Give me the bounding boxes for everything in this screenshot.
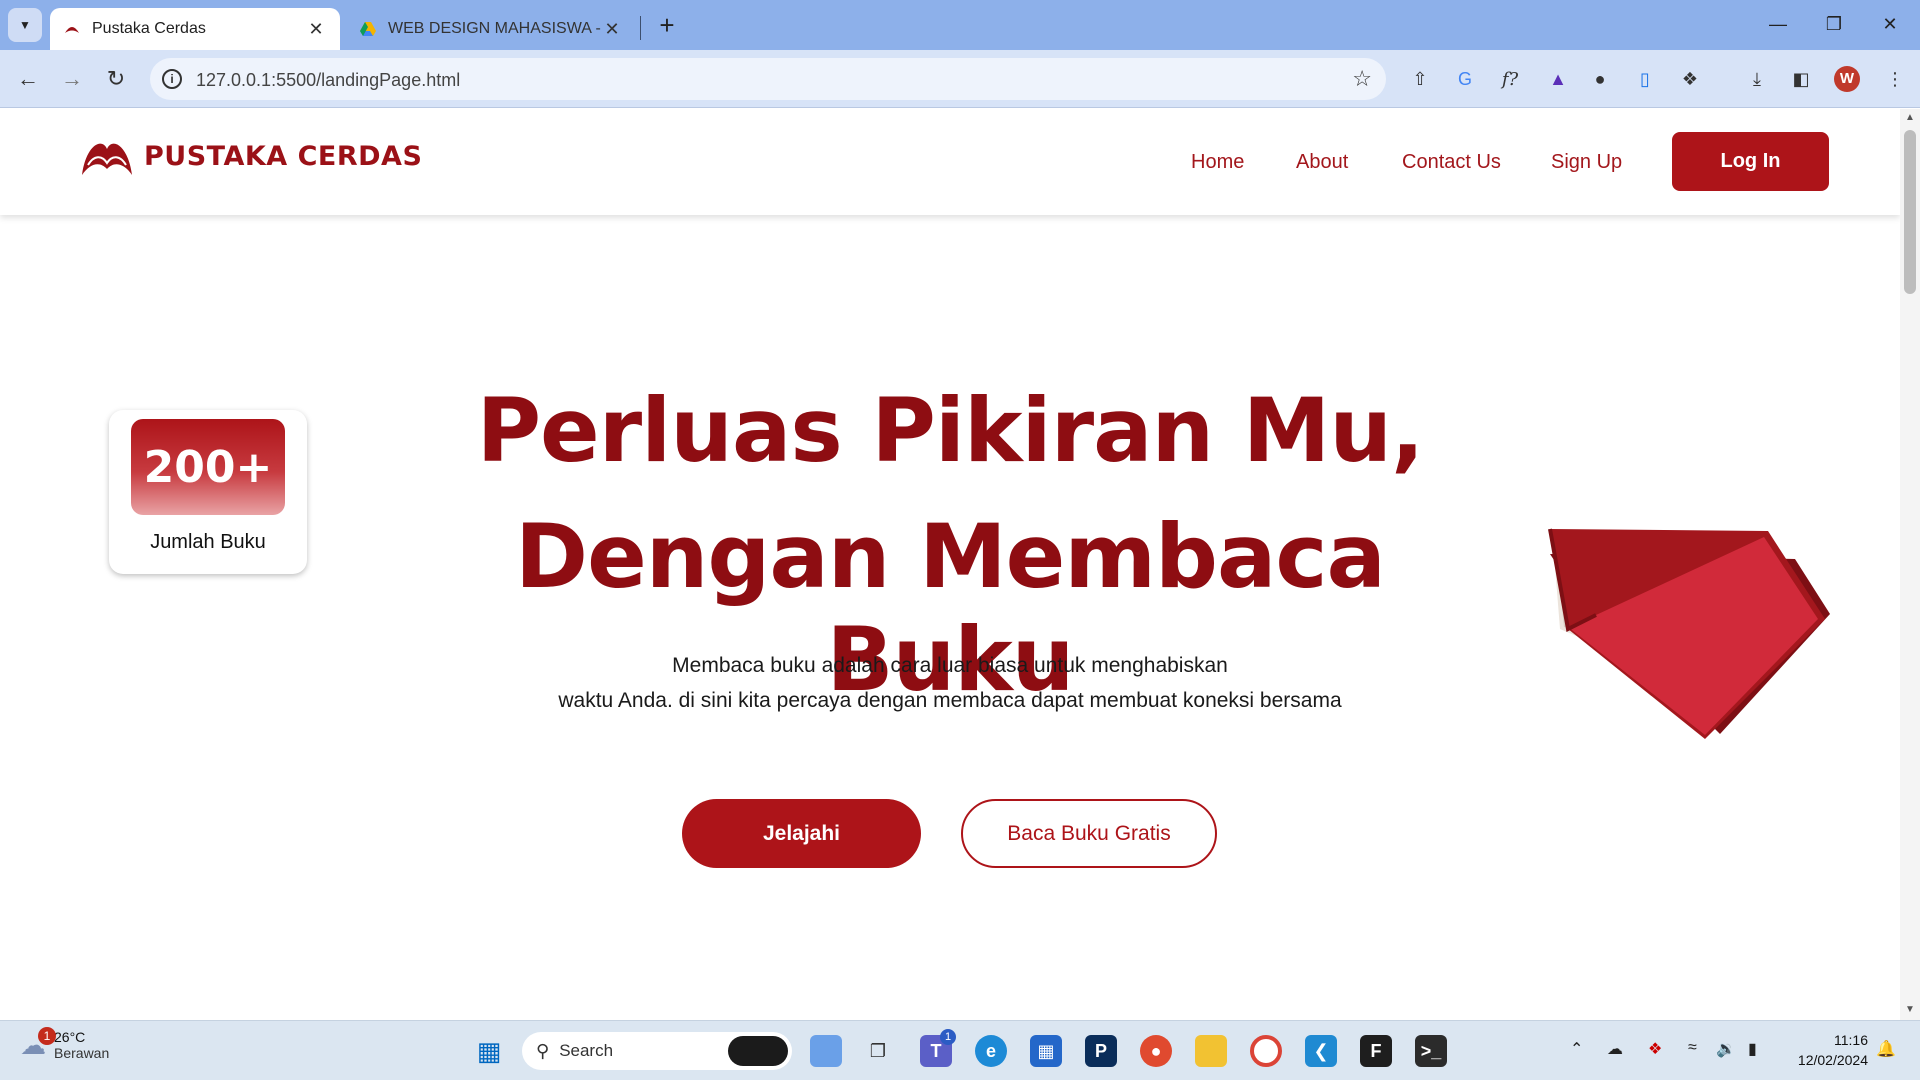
search-label: Search [559,1041,614,1060]
scroll-up-icon[interactable]: ▲ [1904,112,1916,123]
back-button[interactable]: ← [10,61,46,97]
terminal-icon[interactable]: >_ [1415,1035,1447,1067]
chevron-down-icon: ▼ [19,18,31,32]
taskbar-clock[interactable]: 11:16 12/02/2024 [1786,1030,1868,1070]
clock-date: 12/02/2024 [1797,1052,1868,1068]
weather-desc: Berawan [54,1045,110,1061]
puzzle-extensions-icon[interactable]: ❖ [1675,64,1705,94]
wifi-icon[interactable]: ≈ [1688,1039,1697,1057]
address-bar[interactable]: i 127.0.0.1:5500/landingPage.html ☆ [150,58,1386,100]
font-finder-icon[interactable]: f? [1495,64,1525,94]
site-logo[interactable]: PUSTAKA CERDAS [80,135,422,177]
dropbox-icon[interactable]: ❖ [1648,1039,1662,1059]
tab-divider [640,16,641,40]
forward-button[interactable]: → [54,61,90,97]
book-count-value: 200+ [131,419,285,515]
scroll-down-icon[interactable]: ▼ [1904,1004,1916,1015]
file-explorer-icon[interactable] [1195,1035,1227,1067]
more-menu-icon[interactable]: ⋮ [1880,64,1910,94]
figma-icon[interactable]: F [1360,1035,1392,1067]
hero-title-line1: Perluas Pikiran Mu, [476,379,1425,482]
login-button[interactable]: Log In [1672,132,1829,191]
browser-tabstrip: ▼ Pustaka Cerdas ✕ WEB DESIGN MAHASISWA … [0,0,1920,50]
clipboard-icon[interactable]: ▯ [1630,64,1660,94]
taskbar-search[interactable]: ⚲ Search [522,1032,792,1070]
page-viewport: PUSTAKA CERDAS Home About Contact Us Sig… [0,109,1900,1020]
pustaka-favicon-icon [65,27,79,33]
tab-title: Pustaka Cerdas [92,20,206,37]
tab-web-design[interactable]: WEB DESIGN MAHASISWA - Go ✕ [346,8,636,50]
weather-widget[interactable]: ☁ 26°C Berawan [20,1029,109,1061]
restore-button[interactable]: ❐ [1806,0,1862,50]
hero-subtitle-line1: Membaca buku adalah cara luar biasa untu… [672,654,1228,677]
brand-name: PUSTAKA CERDAS [144,140,423,172]
store-icon[interactable]: ▦ [1030,1035,1062,1067]
site-navbar: PUSTAKA CERDAS Home About Contact Us Sig… [0,109,1900,215]
side-panel-icon[interactable]: ◧ [1786,64,1816,94]
copilot-pill-icon [728,1036,788,1066]
hero-title-line2: Dengan Membaca Buku [515,505,1386,711]
site-info-icon[interactable]: i [162,69,182,89]
reload-button[interactable]: ↻ [98,61,134,97]
book-count-label: Jumlah Buku [150,531,266,553]
battery-icon[interactable]: ▮ [1748,1039,1757,1059]
search-icon: ⚲ [536,1040,550,1061]
browser-app-icon[interactable]: ● [1140,1035,1172,1067]
scroll-thumb[interactable] [1904,130,1916,294]
pycharm-icon[interactable]: P [1085,1035,1117,1067]
tab-pustaka-cerdas[interactable]: Pustaka Cerdas ✕ [50,8,340,50]
download-icon[interactable]: ⤓ [1742,64,1772,94]
windows-taskbar: ☁ 26°C Berawan 1 ▦ ⚲ Search ❐ T 1 e ▦ P … [0,1020,1920,1080]
extension-upload-icon[interactable]: ⇧ [1405,64,1435,94]
onedrive-icon[interactable]: ☁ [1607,1039,1623,1059]
windows-start-icon[interactable]: ▦ [473,1035,505,1067]
nav-about[interactable]: About [1296,151,1348,174]
clock-time: 11:16 [1834,1032,1868,1048]
tab-close-icon[interactable]: ✕ [306,19,326,40]
bookmark-star-icon[interactable]: ☆ [1352,66,1372,92]
read-free-books-button[interactable]: Baca Buku Gratis [961,799,1217,868]
chevron-up-icon[interactable]: ⌃ [1570,1039,1583,1059]
open-book-illustration [1548,528,1830,739]
chrome-icon[interactable] [1250,1035,1282,1067]
google-drive-icon [360,22,376,36]
new-tab-button[interactable]: + [652,10,682,40]
edge-icon[interactable]: e [975,1035,1007,1067]
browser-toolbar: ← → ↻ i 127.0.0.1:5500/landingPage.html … [0,50,1920,108]
nav-sign-up[interactable]: Sign Up [1551,151,1622,174]
notification-bell-icon[interactable]: 🔔 [1876,1039,1896,1059]
url-text: 127.0.0.1:5500/landingPage.html [196,70,461,90]
minimize-button[interactable]: — [1750,0,1806,50]
book-logo-icon [82,143,132,175]
tab-close-icon[interactable]: ✕ [602,19,622,40]
profile-avatar[interactable]: W [1834,66,1860,92]
nav-home[interactable]: Home [1191,151,1244,174]
nav-contact-us[interactable]: Contact Us [1402,151,1501,174]
vscode-icon[interactable]: ❮ [1305,1035,1337,1067]
explore-button[interactable]: Jelajahi [682,799,921,868]
close-window-button[interactable]: ✕ [1862,0,1918,50]
weather-temp: 26°C [54,1029,86,1045]
hero-subtitle-line2: waktu Anda. di sini kita percaya dengan … [558,689,1342,712]
translate-icon[interactable]: G [1450,64,1480,94]
weather-badge: 1 [38,1027,56,1045]
graduation-cap-icon[interactable]: ▲ [1543,64,1573,94]
tab-title: WEB DESIGN MAHASISWA - Go [388,20,602,37]
book-count-card: 200+ Jumlah Buku [109,410,307,574]
cursor-icon[interactable]: ● [1585,64,1615,94]
volume-icon[interactable]: 🔉 [1716,1039,1736,1059]
task-view-icon[interactable]: ❐ [862,1035,894,1067]
copilot-app-icon[interactable] [810,1035,842,1067]
tab-search-button[interactable]: ▼ [8,8,42,42]
teams-badge: 1 [940,1029,956,1045]
